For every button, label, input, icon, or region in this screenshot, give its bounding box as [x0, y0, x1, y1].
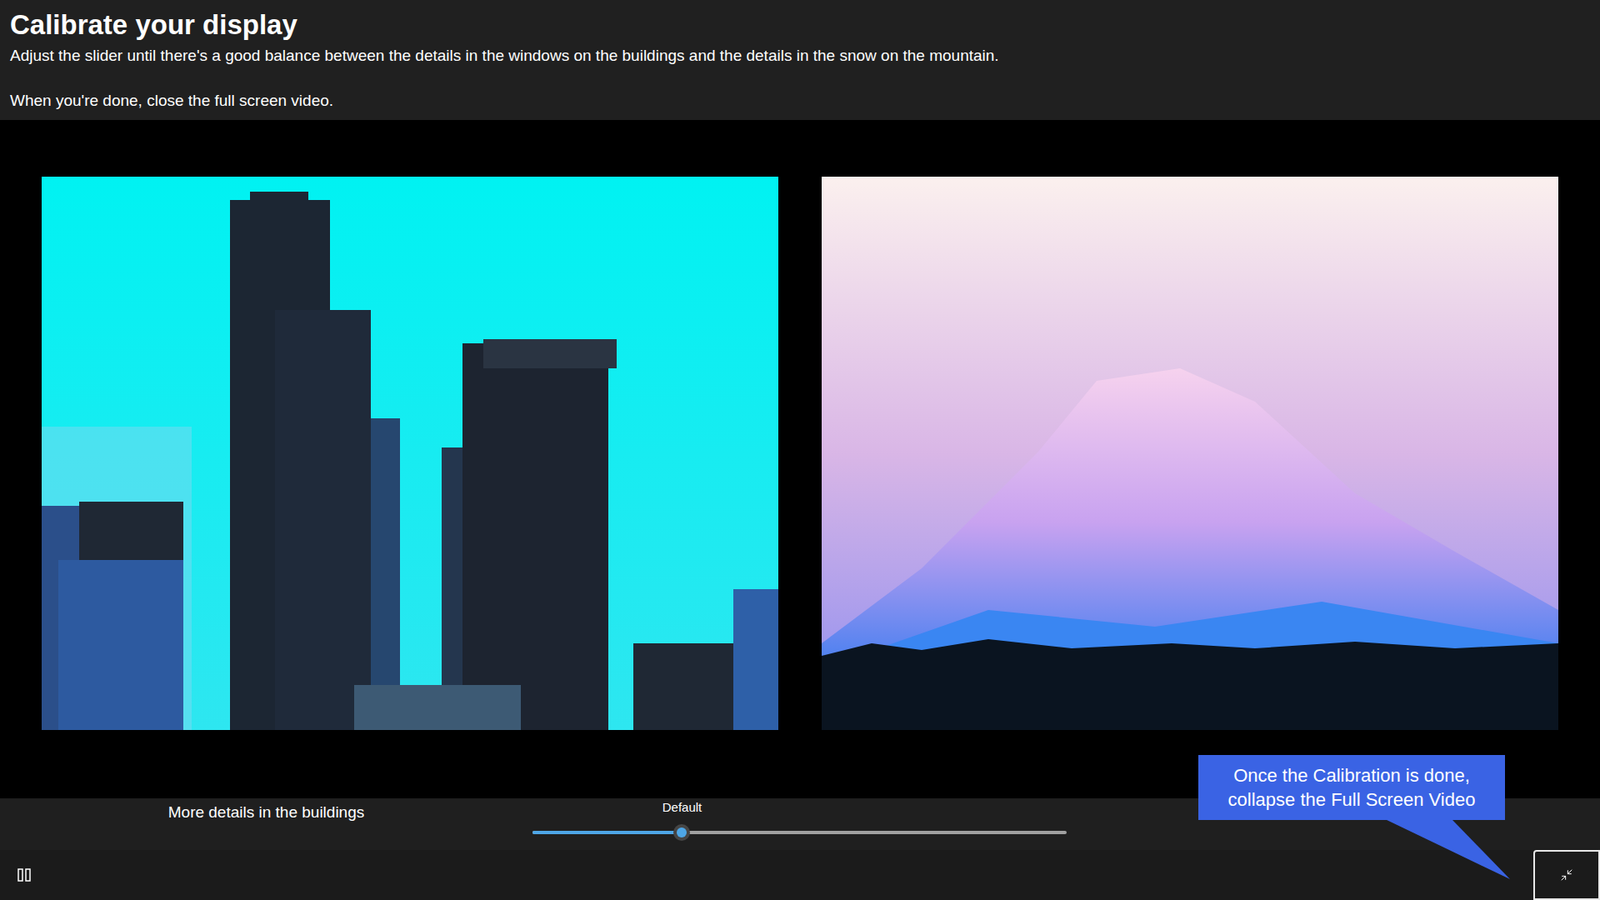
collapse-button[interactable] [1533, 850, 1600, 900]
video-area [0, 120, 1600, 799]
page-title: Calibrate your display [10, 6, 1590, 44]
collapse-icon [1560, 868, 1574, 882]
city-photo [41, 176, 779, 730]
header: Calibrate your displayAdjust the slider … [0, 0, 1600, 120]
calibration-page: Calibrate your displayAdjust the slider … [0, 0, 1600, 900]
pause-button[interactable] [0, 850, 32, 900]
slider-marker-label: Default [662, 800, 703, 815]
player-controls [0, 850, 1600, 900]
slider-fill [532, 830, 682, 835]
slider-track[interactable] [532, 830, 1067, 835]
mountain-photo [821, 176, 1559, 730]
pause-icon [16, 867, 32, 883]
callout: Once the Calibration is done, collapse t… [1198, 755, 1505, 820]
instruction-text: When you're done, close the full screen … [10, 90, 1590, 112]
slider-left-label: More details in the buildings [0, 798, 533, 850]
calibration-slider[interactable]: Default [532, 798, 1067, 850]
slider-thumb[interactable] [673, 824, 690, 841]
instruction-text: Adjust the slider until there's a good b… [10, 45, 1590, 67]
